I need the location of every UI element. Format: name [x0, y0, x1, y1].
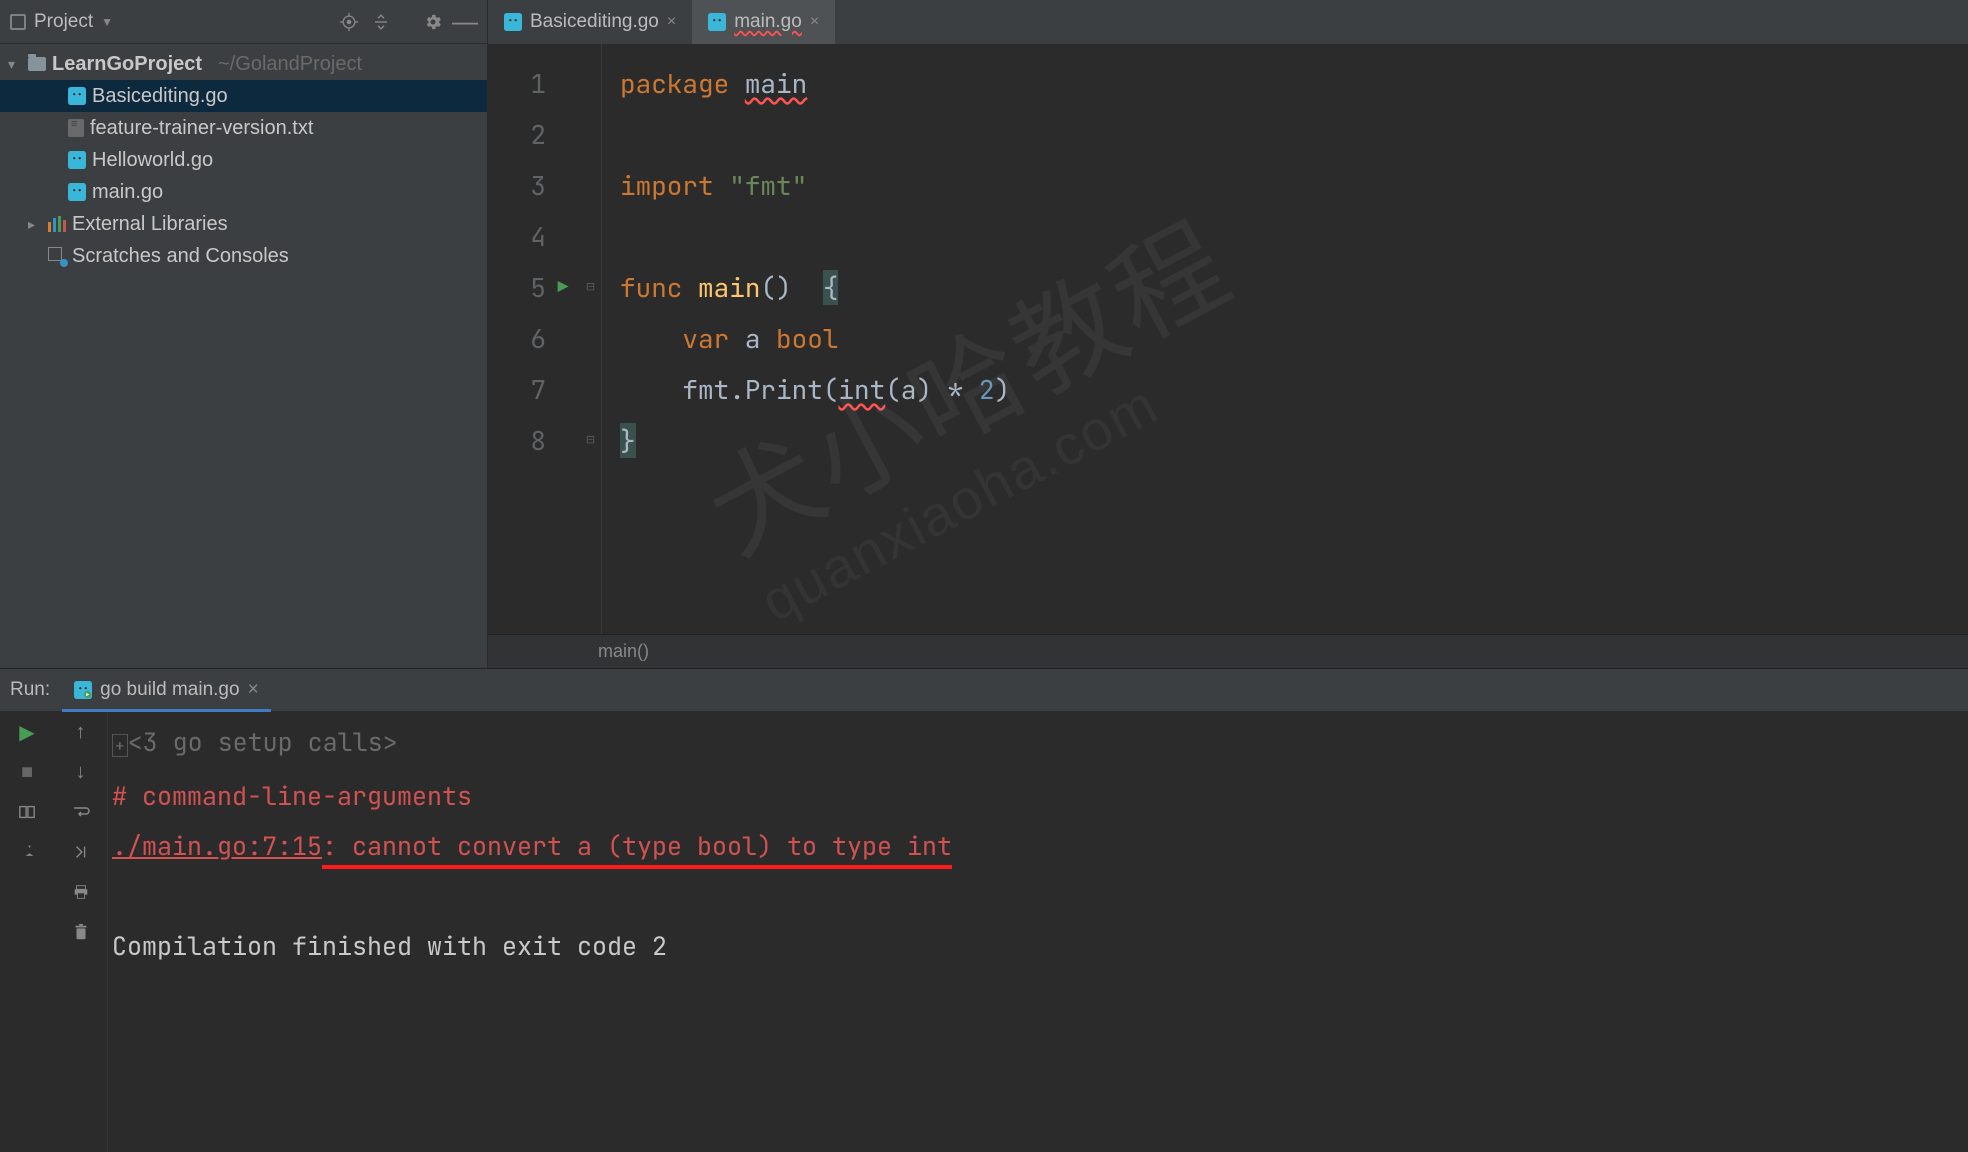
tree-file[interactable]: Helloworld.go — [0, 144, 487, 176]
layout-icon[interactable] — [16, 801, 38, 823]
tree-file[interactable]: Basicediting.go — [0, 80, 487, 112]
tree-root[interactable]: ▾ LearnGoProject ~/GolandProject — [0, 48, 487, 80]
fold-end-icon[interactable]: ⊟ — [580, 415, 601, 466]
tree-external-label: External Libraries — [72, 213, 228, 236]
breadcrumb[interactable]: main() — [488, 634, 1968, 668]
txt-file-icon — [68, 119, 84, 137]
tree-file-label: Helloworld.go — [92, 149, 213, 172]
brace: { — [823, 270, 839, 305]
close-icon[interactable]: × — [810, 13, 819, 31]
hide-icon[interactable]: — — [453, 10, 477, 34]
pin-icon[interactable] — [16, 841, 38, 863]
tree-file[interactable]: main.go — [0, 176, 487, 208]
tree-file[interactable]: feature-trainer-version.txt — [0, 112, 487, 144]
run-toolwindow: Run: go build main.go × ▶ ■ ↑ ↓ — [0, 668, 1968, 1152]
fold-gutter: ⊟ ⊟ — [580, 44, 602, 634]
rerun-icon[interactable]: ▶ — [16, 721, 38, 743]
run-header: Run: go build main.go × — [0, 669, 1968, 711]
collapse-all-icon[interactable] — [369, 10, 393, 34]
go-file-icon — [68, 183, 86, 201]
tree-root-label: LearnGoProject — [52, 53, 202, 76]
type: bool — [776, 321, 838, 356]
project-sidebar: Project ▼ — ▾ LearnGoProj — [0, 0, 488, 668]
run-gutter: ▶ — [546, 44, 580, 634]
editor-area: Basicediting.go × main.go × 1 2 3 4 5 6 — [488, 0, 1968, 668]
run-config-tab[interactable]: go build main.go × — [62, 669, 271, 711]
tree-file-label: main.go — [92, 181, 163, 204]
editor-tab[interactable]: main.go × — [692, 0, 835, 44]
func-name: main — [698, 270, 760, 305]
number: 2 — [979, 372, 995, 407]
locate-icon[interactable] — [337, 10, 361, 34]
soft-wrap-icon[interactable] — [70, 801, 92, 823]
up-icon[interactable]: ↑ — [70, 721, 92, 743]
library-icon — [48, 216, 66, 232]
chevron-down-icon[interactable]: ▾ — [8, 56, 22, 73]
error-span: int — [838, 372, 885, 407]
console-error-msg: : cannot convert a (type bool) to type i… — [322, 829, 952, 869]
fold-start-icon[interactable]: ⊟ — [580, 262, 601, 313]
run-tools-left: ▶ ■ — [0, 711, 54, 1152]
line-gutter: 1 2 3 4 5 6 7 8 — [488, 44, 546, 634]
dropdown-arrow-icon[interactable]: ▼ — [101, 15, 113, 29]
keyword: var — [682, 321, 729, 356]
code-content[interactable]: package main import "fmt" func main() { … — [602, 44, 1010, 634]
console-output[interactable]: +<3 go setup calls># command-line-argume… — [108, 711, 1968, 1152]
console-error-link[interactable]: ./main.go:7:15 — [112, 829, 322, 863]
tree-file-label: feature-trainer-version.txt — [90, 117, 313, 140]
code-editor[interactable]: 1 2 3 4 5 6 7 8 ▶ ⊟ — [488, 44, 1968, 634]
tree-scratches-label: Scratches and Consoles — [72, 245, 289, 268]
keyword: func — [620, 270, 682, 305]
project-icon — [10, 14, 26, 30]
close-icon[interactable]: × — [248, 679, 259, 701]
go-file-icon — [708, 13, 726, 31]
run-line-icon[interactable]: ▶ — [546, 262, 580, 313]
console-footer: Compilation finished with exit code 2 — [112, 921, 1968, 971]
tree-external-libs[interactable]: ▸ External Libraries — [0, 208, 487, 240]
close-icon[interactable]: × — [667, 13, 676, 31]
scroll-end-icon[interactable] — [70, 841, 92, 863]
go-file-icon — [68, 151, 86, 169]
tree-scratches[interactable]: Scratches and Consoles — [0, 240, 487, 272]
go-run-icon — [74, 681, 92, 699]
editor-tabs: Basicediting.go × main.go × — [488, 0, 1968, 44]
keyword: package — [620, 66, 729, 101]
stop-icon[interactable]: ■ — [16, 761, 38, 783]
project-toolwindow-header: Project ▼ — — [0, 0, 487, 44]
down-icon[interactable]: ↓ — [70, 761, 92, 783]
console-setup: <3 go setup calls> — [128, 725, 398, 759]
editor-tab[interactable]: Basicediting.go × — [488, 0, 692, 44]
string-literal: "fmt" — [729, 168, 807, 203]
run-tools-right: ↑ ↓ — [54, 711, 108, 1152]
editor-tab-label: main.go — [734, 11, 802, 33]
console-error-header: # command-line-arguments — [112, 771, 1968, 821]
pkg-name: main — [745, 66, 807, 101]
run-tab-label: go build main.go — [100, 679, 239, 701]
project-title[interactable]: Project — [34, 11, 93, 33]
brace: } — [620, 423, 636, 458]
go-file-icon — [504, 13, 522, 31]
folder-icon — [28, 57, 46, 71]
editor-tab-label: Basicediting.go — [530, 11, 659, 33]
run-panel-label: Run: — [10, 679, 50, 701]
print-icon[interactable] — [70, 881, 92, 903]
trash-icon[interactable] — [70, 921, 92, 943]
project-tree: ▾ LearnGoProject ~/GolandProject Basiced… — [0, 44, 487, 272]
keyword: import — [620, 168, 714, 203]
tree-root-hint: ~/GolandProject — [218, 53, 362, 76]
settings-icon[interactable] — [421, 10, 445, 34]
go-file-icon — [68, 87, 86, 105]
scratches-icon — [48, 247, 66, 265]
tree-file-label: Basicediting.go — [92, 85, 228, 108]
chevron-right-icon[interactable]: ▸ — [28, 216, 42, 233]
